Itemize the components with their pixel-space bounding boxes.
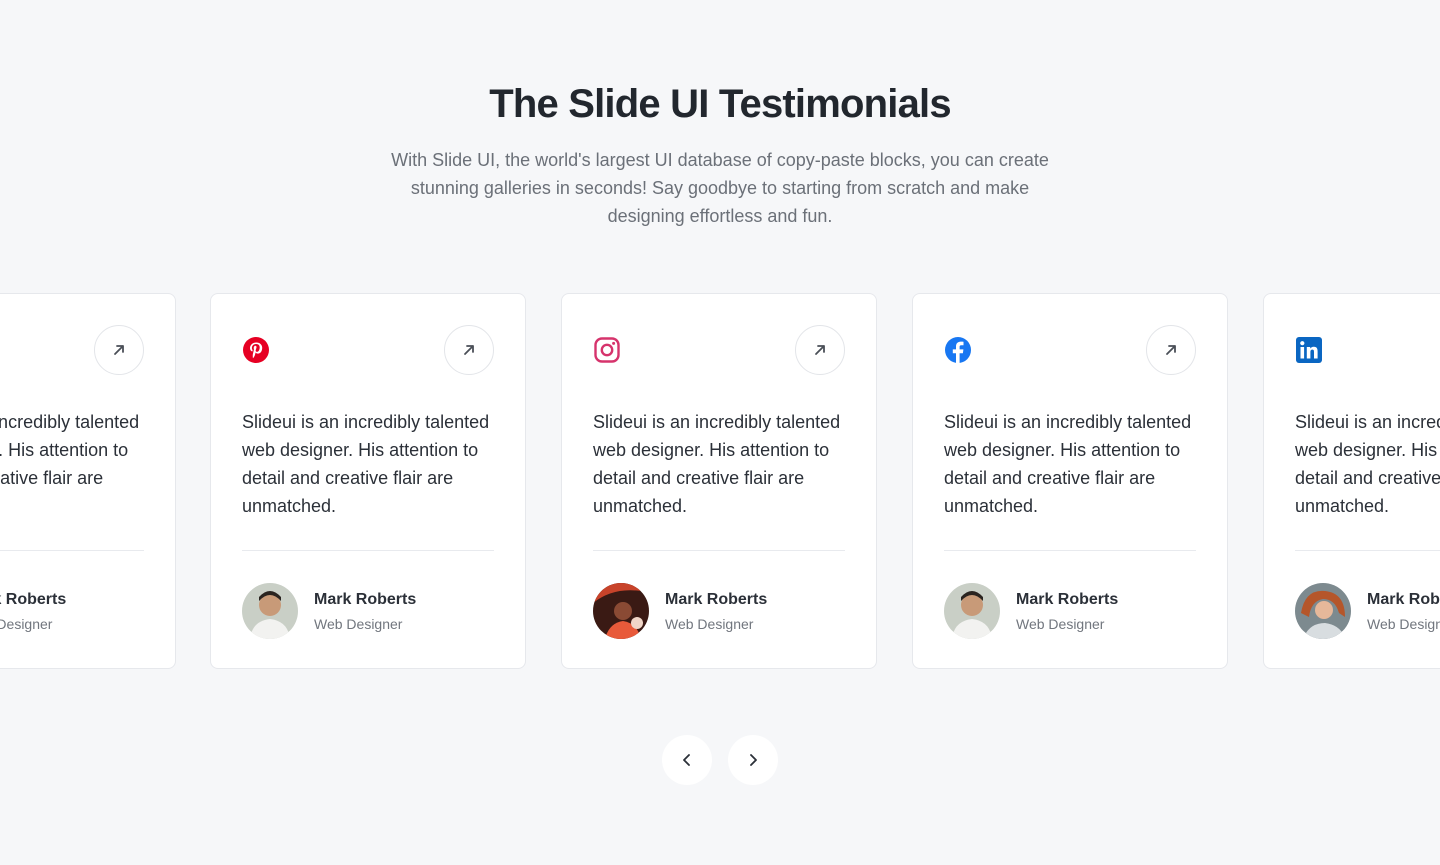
testimonial-quote: Slideui is an incredibly talented web de…: [1295, 412, 1440, 516]
open-testimonial-button[interactable]: [94, 325, 144, 375]
section-subtitle: With Slide UI, the world's largest UI da…: [391, 150, 1049, 226]
pinterest-icon: [243, 337, 269, 363]
testimonial-card: Slideui is an incredibly talented web de…: [1263, 293, 1440, 669]
author-name: Mark Roberts: [665, 591, 768, 608]
card-divider: [593, 550, 845, 551]
prev-slide-button[interactable]: [662, 735, 712, 785]
author-role: Web Designer: [314, 616, 403, 632]
avatar: [242, 583, 298, 639]
avatar: [1295, 583, 1351, 639]
card-divider: [0, 550, 144, 551]
card-divider: [1295, 550, 1440, 551]
arrow-up-right-icon: [464, 345, 474, 355]
author-role: Web Designer: [665, 616, 754, 632]
arrow-up-right-icon: [1166, 345, 1176, 355]
author-name: Mark Roberts: [1016, 591, 1119, 608]
open-testimonial-button[interactable]: [1146, 325, 1196, 375]
author-name: Mark Roberts: [314, 591, 417, 608]
author-role: Web Designer: [0, 616, 53, 632]
card-divider: [242, 550, 494, 551]
next-slide-button[interactable]: [728, 735, 778, 785]
testimonial-quote: Slideui is an incredibly talented web de…: [0, 412, 140, 488]
facebook-icon: [945, 337, 971, 363]
testimonial-quote: Slideui is an incredibly talented web de…: [944, 412, 1192, 516]
author-role: Web Designer: [1367, 616, 1440, 632]
author-name: Mark Roberts: [0, 591, 67, 608]
arrow-up-right-icon: [114, 345, 124, 355]
open-testimonial-button[interactable]: [444, 325, 494, 375]
testimonial-quote: Slideui is an incredibly talented web de…: [242, 412, 490, 516]
author-role: Web Designer: [1016, 616, 1105, 632]
avatar: [593, 583, 649, 639]
section-title: The Slide UI Testimonials: [489, 82, 951, 126]
testimonial-card: Slideui is an incredibly talented web de…: [912, 293, 1228, 669]
author-name: Mark Roberts: [1367, 591, 1440, 608]
chevron-right-icon: [750, 754, 757, 766]
testimonial-card: Slideui is an incredibly talented web de…: [210, 293, 526, 669]
open-testimonial-button[interactable]: [795, 325, 845, 375]
arrow-up-right-icon: [815, 345, 825, 355]
card-divider: [944, 550, 1196, 551]
avatar: [944, 583, 1000, 639]
testimonial-quote: Slideui is an incredibly talented web de…: [593, 412, 841, 516]
testimonial-card: Slideui is an incredibly talented web de…: [561, 293, 877, 669]
testimonial-card: Slideui is an incredibly talented web de…: [0, 293, 176, 669]
linkedin-icon: [1296, 337, 1322, 363]
chevron-left-icon: [683, 754, 690, 766]
testimonial-carousel: Slideui is an incredibly talented web de…: [0, 293, 1440, 671]
instagram-icon: [594, 337, 620, 363]
